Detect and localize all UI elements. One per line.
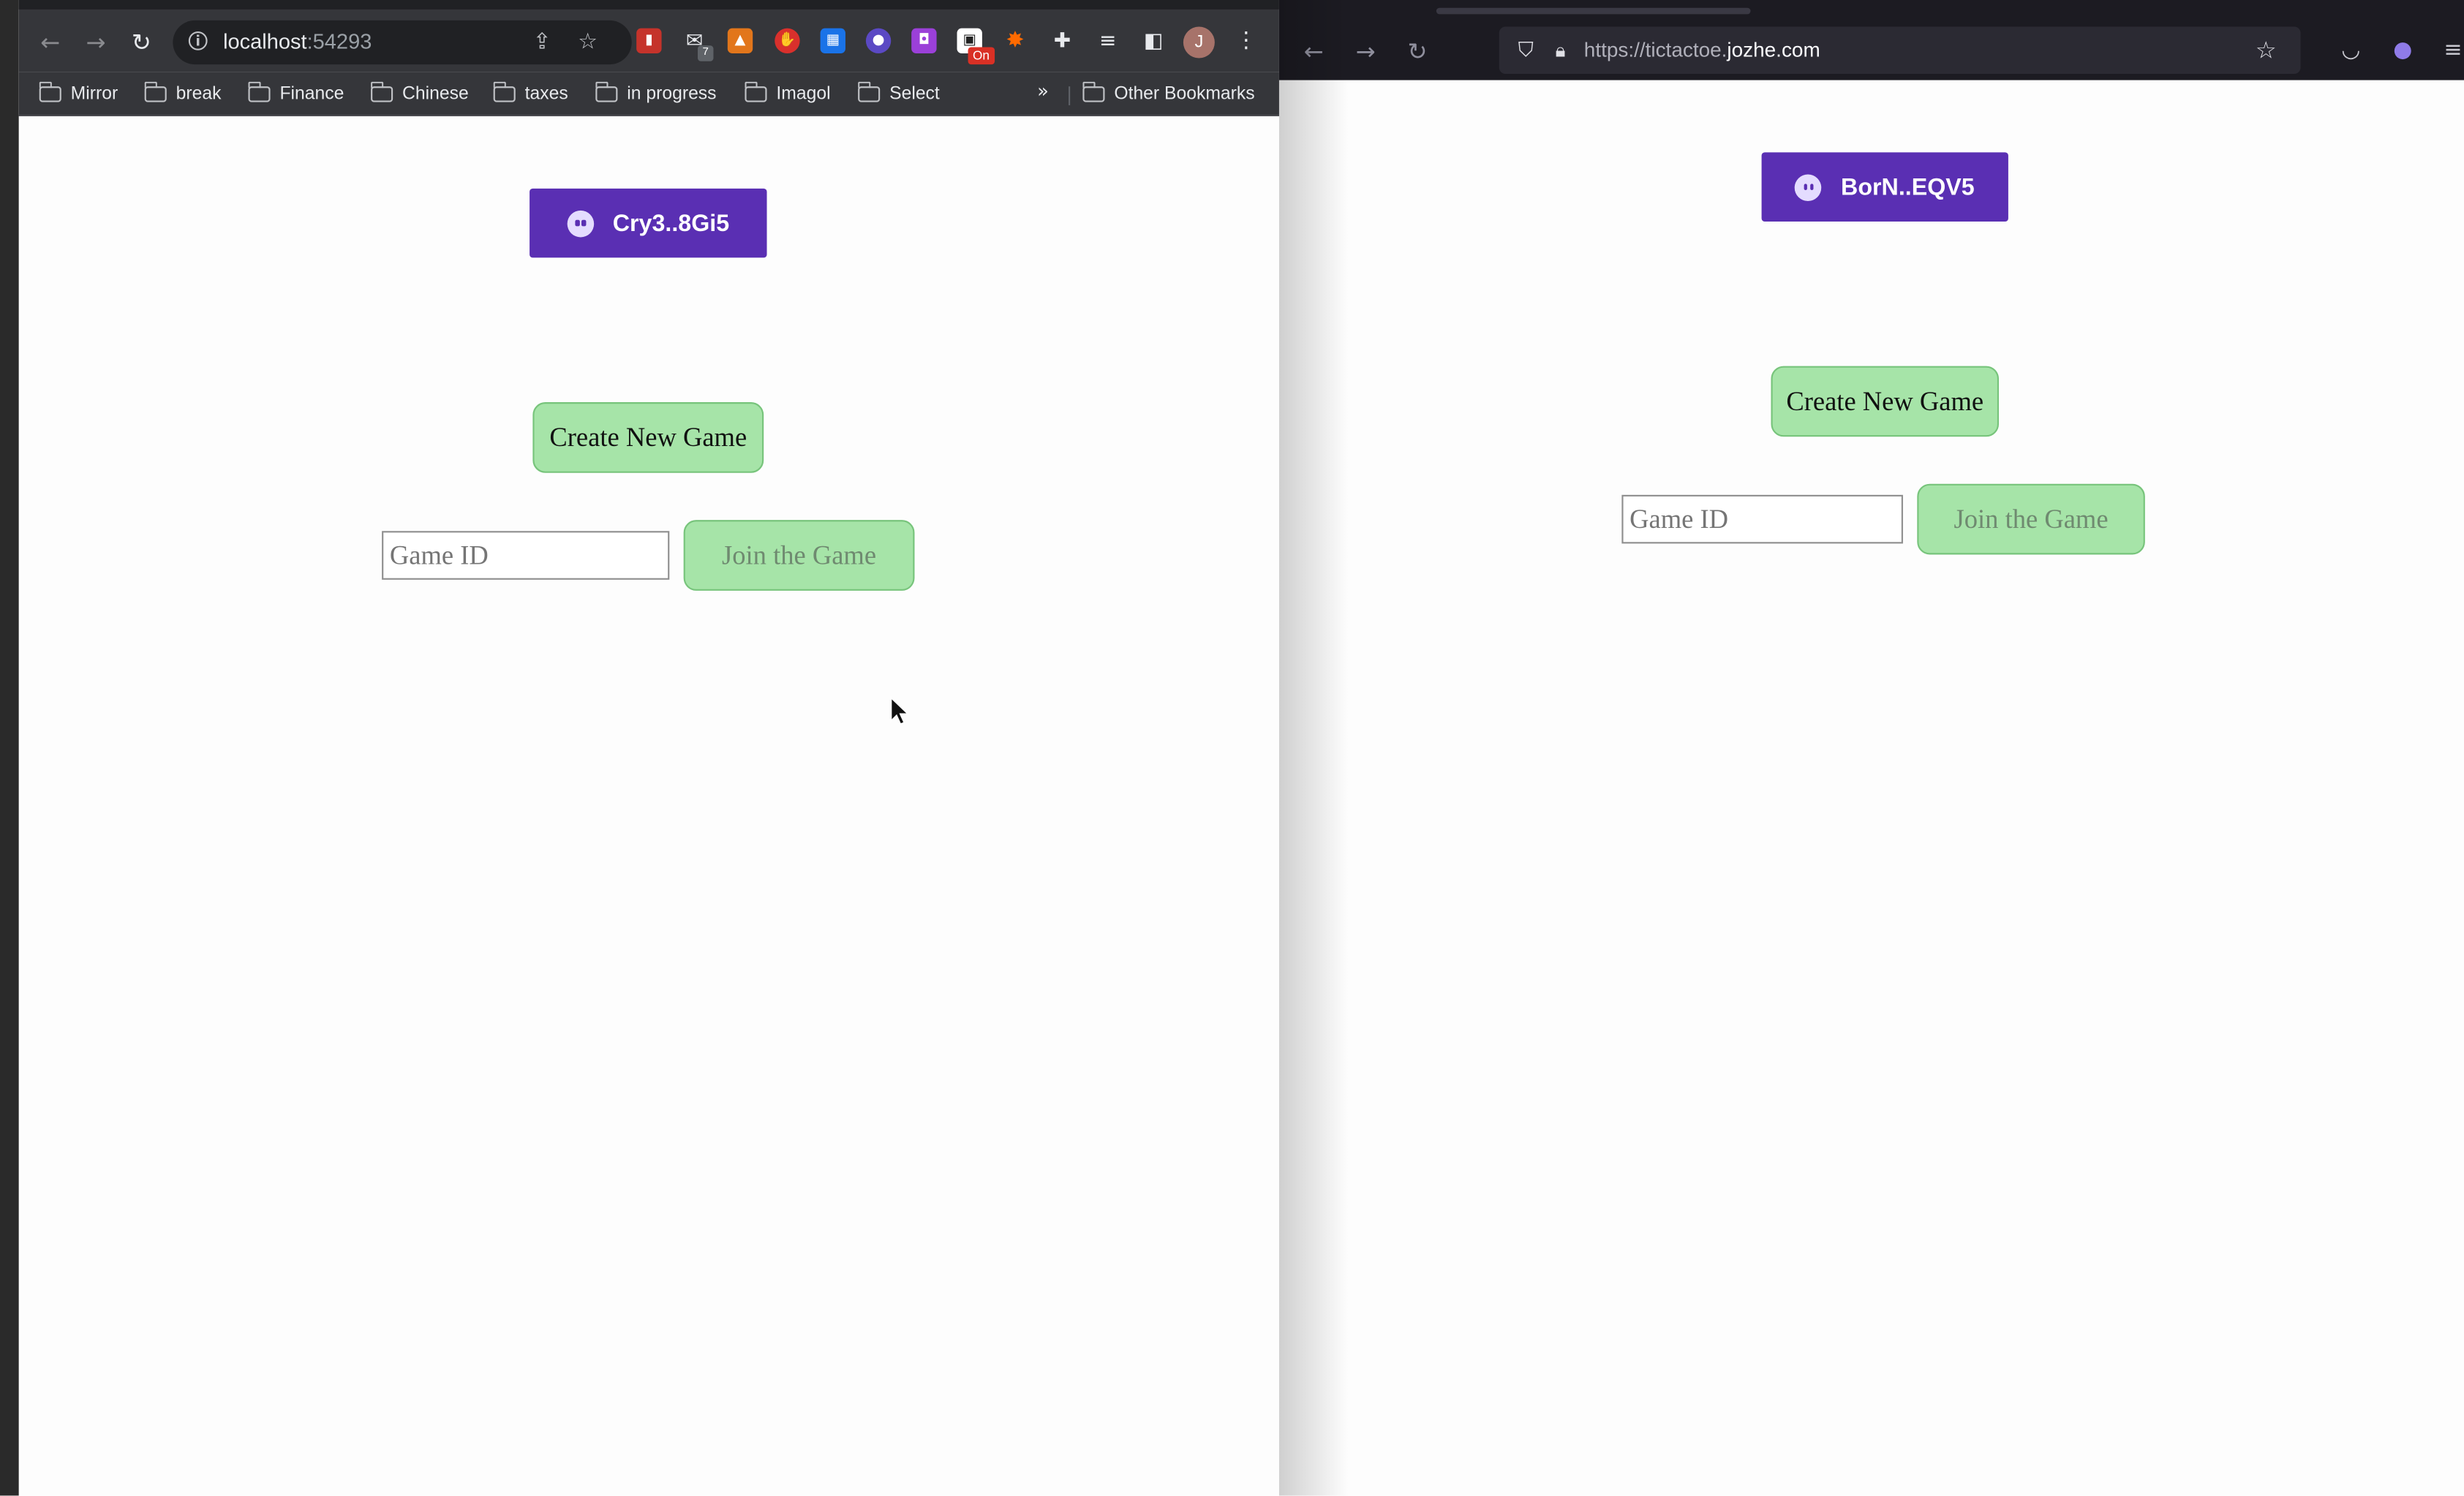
window-shadow — [1278, 0, 1349, 1496]
bookmarks-separator — [1069, 86, 1071, 105]
bookmark-star-icon[interactable]: ☆ — [2250, 34, 2282, 66]
join-game-button[interactable]: Join the Game — [683, 520, 915, 591]
chrome-toolbar: ← → ↻ i localhost:54293 ⇪ ☆ ▮ ✉ 7 ▲ ✋ ▦ … — [18, 0, 1279, 72]
url-scheme: https://tictactoe. — [1583, 37, 1728, 61]
side-panel-icon[interactable]: ◧ — [1141, 29, 1166, 53]
url-host: localhost — [223, 29, 307, 54]
bookmark-folder[interactable]: Mirror — [39, 80, 118, 109]
firefox-url-text: https://tictactoe.jozhe.com — [1584, 38, 1820, 61]
hamburger-menu-icon[interactable]: ≡ — [2437, 34, 2464, 66]
folder-icon — [144, 81, 167, 102]
create-new-game-button[interactable]: Create New Game — [1771, 366, 2000, 437]
bookmark-label: Chinese — [402, 85, 469, 104]
extension-on-badge: On — [968, 47, 995, 65]
other-bookmarks-label: Other Bookmarks — [1114, 85, 1255, 104]
forward-arrow-icon[interactable]: → — [78, 25, 113, 59]
firefox-address-bar[interactable]: ⛉ 🔒︎ https://tictactoe.jozhe.com ☆ — [1499, 26, 2301, 74]
spark-extension-icon[interactable]: ✸ — [1003, 29, 1028, 53]
chrome-address-bar[interactable]: i localhost:54293 ⇪ ☆ — [173, 20, 632, 65]
tracking-shield-icon[interactable]: ⛉ — [1512, 36, 1540, 64]
bookmark-folder[interactable]: taxes — [493, 80, 568, 109]
firefox-window: ← → ↻ ⛉ 🔒︎ https://tictactoe.jozhe.com ☆… — [1278, 0, 2464, 1496]
join-game-button[interactable]: Join the Game — [1917, 483, 2145, 555]
chrome-url-text: localhost:54293 — [223, 30, 372, 53]
bookmark-folder[interactable]: Imagol — [744, 80, 831, 109]
bookmark-folder[interactable]: Chinese — [370, 80, 469, 109]
reload-icon[interactable]: ↻ — [124, 25, 159, 59]
share-icon[interactable]: ⇪ — [528, 29, 557, 57]
bookmark-label: Finance — [279, 85, 344, 104]
folder-icon — [857, 81, 881, 102]
stop-hand-extension-icon[interactable]: ✋ — [775, 28, 800, 54]
site-info-icon[interactable]: i — [188, 31, 208, 50]
phantom-ghost-icon — [567, 209, 594, 237]
desktop-edge — [0, 0, 19, 1496]
pocket-icon[interactable]: ◡ — [2335, 34, 2367, 66]
wallet-connect-button[interactable]: BorN..EQV5 — [1761, 152, 2008, 222]
metamask-fox-icon[interactable]: ▲ — [727, 28, 753, 54]
puzzle-extensions-icon[interactable]: ✚ — [1050, 29, 1074, 53]
bookmark-folder[interactable]: in progress — [595, 80, 717, 109]
url-port: :54293 — [306, 29, 372, 54]
bookmark-folder[interactable]: Select — [857, 80, 940, 109]
phantom-extension-icon[interactable]: ● — [865, 28, 892, 54]
wallet-connect-button[interactable]: Cry3..8Gi5 — [530, 188, 767, 258]
mail-count-badge: 7 — [697, 45, 714, 61]
folder-icon — [595, 81, 618, 102]
bookmark-label: Mirror — [70, 85, 118, 104]
bookmarks-overflow-chevron[interactable]: » — [1037, 80, 1049, 102]
folder-icon — [744, 81, 767, 102]
url-host: jozhe.com — [1727, 37, 1820, 61]
forward-arrow-icon[interactable]: → — [1348, 34, 1382, 69]
wallet-address: BorN..EQV5 — [1841, 173, 1975, 200]
firefox-tab-indicator — [1436, 7, 1751, 15]
other-bookmarks-folder[interactable]: Other Bookmarks — [1082, 80, 1255, 109]
bookmark-folder[interactable]: Finance — [247, 80, 344, 109]
back-arrow-icon[interactable]: ← — [33, 25, 67, 59]
reading-list-icon[interactable]: ≡ — [1096, 29, 1120, 53]
bookmark-label: Select — [889, 85, 940, 104]
mouse-cursor-icon — [890, 695, 911, 725]
game-id-input[interactable] — [382, 531, 670, 580]
folder-icon — [493, 81, 516, 102]
chrome-tab-strip — [18, 0, 1279, 10]
game-id-input[interactable] — [1621, 494, 1903, 544]
chrome-window: ← → ↻ i localhost:54293 ⇪ ☆ ▮ ✉ 7 ▲ ✋ ▦ … — [18, 0, 1279, 1496]
bookmark-label: taxes — [524, 85, 568, 104]
bookmarks-bar: Mirror break Finance Chinese taxes in pr… — [18, 72, 1279, 116]
folder-icon — [247, 81, 271, 102]
phantom-ghost-icon — [1795, 173, 1823, 200]
lock-icon[interactable]: 🔒︎ — [1550, 36, 1572, 64]
folder-icon — [370, 81, 393, 102]
wallet-address: Cry3..8Gi5 — [612, 209, 730, 237]
reload-icon[interactable]: ↻ — [1400, 34, 1434, 69]
phantom-extension-icon[interactable]: ● — [2387, 34, 2419, 66]
bookmark-star-icon[interactable]: ☆ — [573, 29, 602, 57]
profile-avatar[interactable]: J — [1183, 26, 1215, 58]
book-extension-icon[interactable]: ▮ — [636, 28, 662, 54]
folder-icon — [1082, 81, 1105, 102]
screen: ← → ↻ i localhost:54293 ⇪ ☆ ▮ ✉ 7 ▲ ✋ ▦ … — [0, 0, 2464, 1496]
bookmark-label: in progress — [627, 85, 717, 104]
firefox-toolbar: ← → ↻ ⛉ 🔒︎ https://tictactoe.jozhe.com ☆… — [1278, 0, 2464, 80]
bookmark-label: Imagol — [776, 85, 831, 104]
folder-icon — [39, 81, 61, 102]
bookmark-folder[interactable]: break — [144, 80, 222, 109]
purple-extension-icon[interactable]: ◘ — [911, 28, 937, 54]
create-new-game-button[interactable]: Create New Game — [532, 402, 764, 473]
kebab-menu-icon[interactable]: ⋮ — [1234, 29, 1259, 53]
bookmark-label: break — [176, 85, 222, 104]
calendar-extension-icon[interactable]: ▦ — [820, 28, 845, 54]
